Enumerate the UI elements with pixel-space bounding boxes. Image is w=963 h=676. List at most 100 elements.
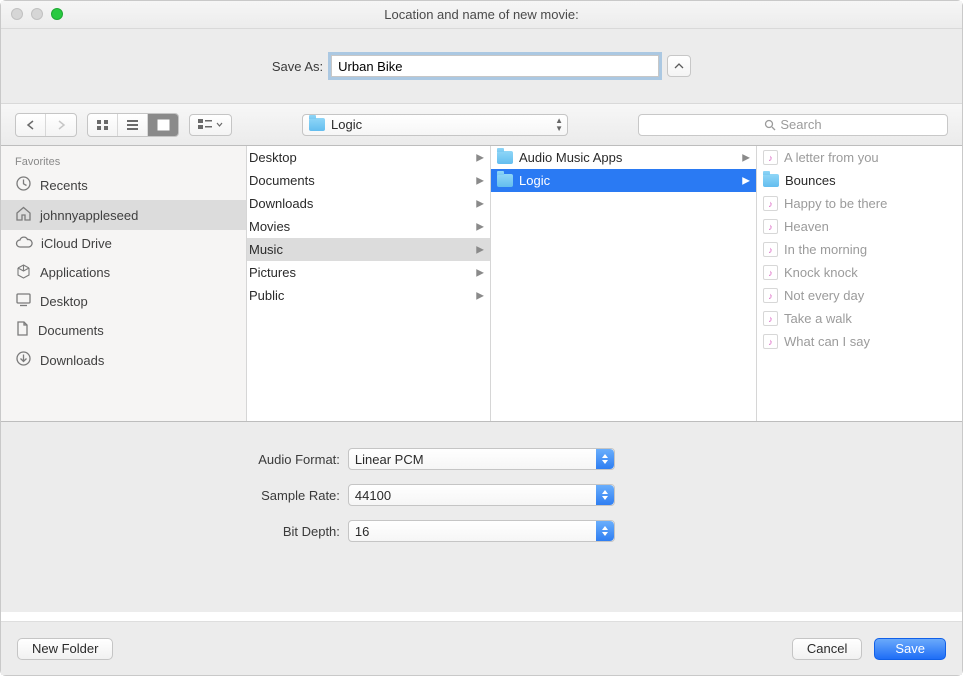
sidebar-item-documents[interactable]: Documents [1,315,246,345]
audio-file-icon [763,242,778,257]
list-item-label: Pictures [249,265,296,280]
audio-format-label: Audio Format: [1,452,340,467]
sidebar-item-downloads[interactable]: Downloads [1,345,246,375]
sample-rate-popup[interactable]: 44100 [348,484,615,506]
column-3: A letter from you Bounces Happy to be ther… [757,146,962,421]
sidebar-item-label: Recents [40,178,88,193]
nav-back-button[interactable] [16,114,46,136]
bottom-bar: New Folder Cancel Save [1,621,962,675]
list-item[interactable]: Public ▶ [247,284,490,307]
sidebar-item-label: Desktop [40,294,88,309]
audio-file-icon [763,265,778,280]
sidebar-item-icloud-drive[interactable]: iCloud Drive [1,230,246,257]
list-item[interactable]: Knock knock [757,261,962,284]
save-button[interactable]: Save [874,638,946,660]
list-item-label: Bounces [785,173,836,188]
list-item[interactable]: In the morning [757,238,962,261]
list-item[interactable]: Movies▶ [247,215,490,238]
audio-file-icon [763,288,778,303]
list-item[interactable]: Take a walk [757,307,962,330]
sidebar-item-johnnyappleseed[interactable]: johnnyappleseed [1,200,246,230]
list-item-label: Music [249,242,283,257]
list-item-label: Documents [249,173,315,188]
chevron-right-icon: ▶ [476,267,484,278]
list-item-label: In the morning [784,242,867,257]
chevron-right-icon: ▶ [476,198,484,209]
list-item[interactable]: Happy to be there [757,192,962,215]
audio-file-icon [763,196,778,211]
home-icon [15,205,32,225]
save-as-input[interactable] [331,55,659,77]
collapse-toggle-button[interactable] [667,55,691,77]
sidebar: Favorites Recents johnnyappleseediCloud D… [1,146,247,421]
list-item[interactable]: Bounces [757,169,962,192]
apps-icon [15,262,32,282]
list-item[interactable]: A letter from you [757,146,962,169]
list-item[interactable]: Heaven [757,215,962,238]
bit-depth-popup[interactable]: 16 [348,520,615,542]
close-icon[interactable] [11,8,23,20]
list-item-label: Public [249,288,284,303]
list-item[interactable]: Pictures ▶ [247,261,490,284]
audio-format-popup[interactable]: Linear PCM [348,448,615,470]
minimize-icon[interactable] [31,8,43,20]
list-item-label: Heaven [784,219,829,234]
view-segment [87,113,179,137]
list-item[interactable]: Audio Music Apps▶ [491,146,756,169]
search-input[interactable]: Search [638,114,948,136]
save-as-label: Save As: [272,59,323,74]
folder-icon [309,118,325,131]
audio-file-icon [763,150,778,165]
nav-segment [15,113,77,137]
location-popup[interactable]: Logic ▲▼ [302,114,568,136]
list-item[interactable]: Desktop▶ [247,146,490,169]
sidebar-item-applications[interactable]: Applications [1,257,246,287]
sidebar-item-label: Downloads [40,353,104,368]
zoom-icon[interactable] [51,8,63,20]
view-list-button[interactable] [118,114,148,136]
updown-icon: ▲▼ [555,117,563,133]
sample-rate-value: 44100 [355,488,391,503]
new-folder-button[interactable]: New Folder [17,638,113,660]
folder-icon [497,151,513,164]
file-browser: Favorites Recents johnnyappleseediCloud D… [1,146,962,422]
list-item[interactable]: What can I say [757,330,962,353]
list-item-label: Not every day [784,288,864,303]
window-controls [11,8,63,20]
list-item[interactable]: Downloads ▶ [247,192,490,215]
list-item-label: Knock knock [784,265,858,280]
view-columns-button[interactable] [148,114,178,136]
sidebar-item-desktop[interactable]: Desktop [1,287,246,315]
chevron-right-icon: ▶ [476,290,484,301]
list-item-label: Movies [249,219,290,234]
nav-forward-button[interactable] [46,114,76,136]
cancel-button[interactable]: Cancel [792,638,862,660]
options-panel: Audio Format: Linear PCM Sample Rate: 44… [1,422,962,612]
list-item[interactable]: Not every day [757,284,962,307]
sidebar-item-recents[interactable]: Recents [1,170,246,200]
list-item-label: Downloads [249,196,313,211]
sidebar-item-label: Applications [40,265,110,280]
group-by-button[interactable] [189,114,232,136]
clock-icon [15,175,32,195]
doc-icon [15,320,30,340]
list-item[interactable]: Music▶ [247,238,490,261]
audio-file-icon [763,311,778,326]
cloud-icon [15,235,33,252]
chevron-down-icon [216,122,223,127]
updown-icon [596,449,614,469]
view-icons-button[interactable] [88,114,118,136]
save-as-row: Save As: [1,29,962,104]
column-1: Desktop▶Documents▶Downloads▶Movies▶Music… [247,146,491,421]
toolbar: Logic ▲▼ Search [1,104,962,146]
chevron-right-icon: ▶ [742,175,750,186]
titlebar: Location and name of new movie: [1,1,962,29]
list-item[interactable]: Logic▶ [491,169,756,192]
list-item-label: Audio Music Apps [519,150,622,165]
column-2: Audio Music Apps▶Logic▶ [491,146,757,421]
sidebar-header: Favorites [1,150,246,170]
updown-icon [596,485,614,505]
search-placeholder: Search [780,117,821,132]
audio-format-value: Linear PCM [355,452,424,467]
list-item[interactable]: Documents▶ [247,169,490,192]
